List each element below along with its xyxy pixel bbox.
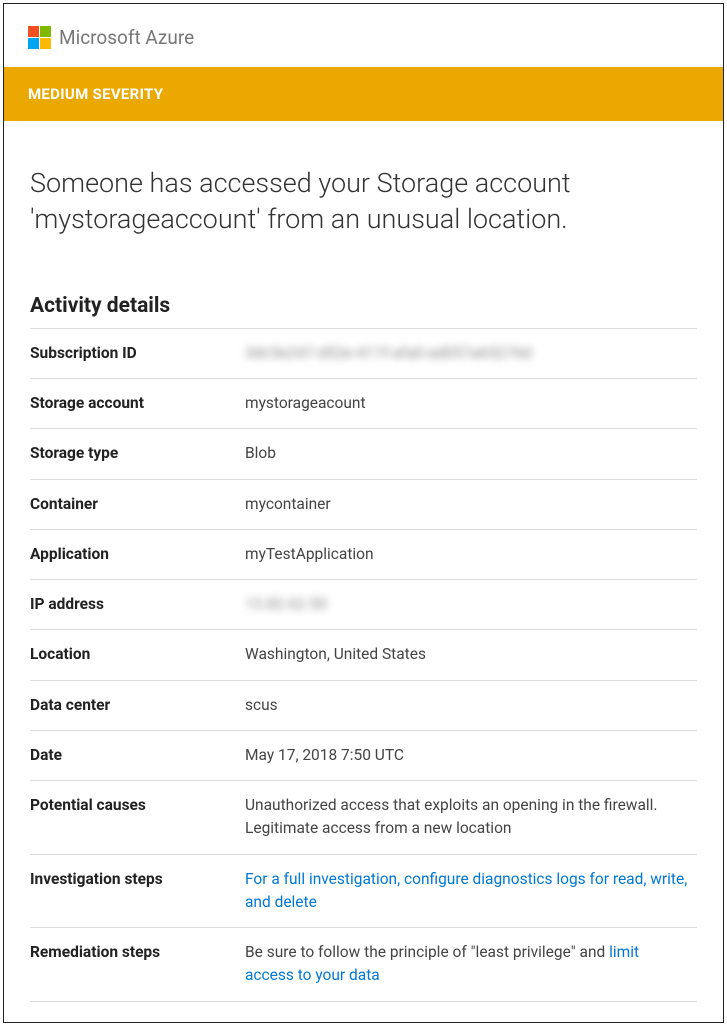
severity-label: MEDIUM SEVERITY	[28, 85, 163, 103]
brand-header: Microsoft Azure	[4, 4, 723, 67]
detail-value: mystorageacount	[245, 379, 697, 429]
brand-text: Microsoft Azure	[59, 26, 194, 49]
table-row: Container mycontainer	[30, 479, 697, 529]
table-row: Application myTestApplication	[30, 529, 697, 579]
severity-banner: MEDIUM SEVERITY	[4, 67, 723, 121]
alert-card: Microsoft Azure MEDIUM SEVERITY Someone …	[3, 3, 724, 1023]
detail-value: Washington, United States	[245, 630, 697, 680]
table-row: Remediation steps Be sure to follow the …	[30, 928, 697, 1002]
detail-value: scus	[245, 680, 697, 730]
detail-value: 13.82.62.50	[245, 580, 697, 630]
alert-title: Someone has accessed your Storage accoun…	[30, 165, 697, 238]
detail-label: Remediation steps	[30, 928, 245, 1002]
alert-content: Someone has accessed your Storage accoun…	[4, 121, 723, 1022]
detail-value: For a full investigation, configure diag…	[245, 854, 697, 928]
investigation-link[interactable]: For a full investigation, configure diag…	[245, 870, 687, 911]
detail-label: Subscription ID	[30, 328, 245, 378]
detail-value: Blob	[245, 429, 697, 479]
table-row: Storage type Blob	[30, 429, 697, 479]
detail-value: Be sure to follow the principle of "leas…	[245, 928, 697, 1002]
detail-label: Storage type	[30, 429, 245, 479]
detail-value: Unauthorized access that exploits an ope…	[245, 781, 697, 855]
detail-label: Data center	[30, 680, 245, 730]
table-row: Storage account mystorageacount	[30, 379, 697, 429]
detail-label: Date	[30, 730, 245, 780]
detail-label: Storage account	[30, 379, 245, 429]
table-row: Data center scus	[30, 680, 697, 730]
table-row: IP address 13.82.62.50	[30, 580, 697, 630]
microsoft-logo-icon	[28, 26, 51, 49]
table-row: Subscription ID 3dc5e247-d52e-411f-afa0-…	[30, 328, 697, 378]
table-row: Investigation steps For a full investiga…	[30, 854, 697, 928]
detail-value: May 17, 2018 7:50 UTC	[245, 730, 697, 780]
activity-details-heading: Activity details	[30, 294, 697, 318]
table-row: Date May 17, 2018 7:50 UTC	[30, 730, 697, 780]
detail-label: Potential causes	[30, 781, 245, 855]
activity-details-table: Subscription ID 3dc5e247-d52e-411f-afa0-…	[30, 328, 697, 1002]
remediation-text: Be sure to follow the principle of "leas…	[245, 943, 609, 961]
detail-value: mycontainer	[245, 479, 697, 529]
detail-label: Application	[30, 529, 245, 579]
detail-label: Container	[30, 479, 245, 529]
table-row: Location Washington, United States	[30, 630, 697, 680]
detail-label: IP address	[30, 580, 245, 630]
detail-label: Location	[30, 630, 245, 680]
detail-label: Investigation steps	[30, 854, 245, 928]
detail-value: 3dc5e247-d52e-411f-afa0-ad057a65276d	[245, 328, 697, 378]
table-row: Potential causes Unauthorized access tha…	[30, 781, 697, 855]
detail-value: myTestApplication	[245, 529, 697, 579]
